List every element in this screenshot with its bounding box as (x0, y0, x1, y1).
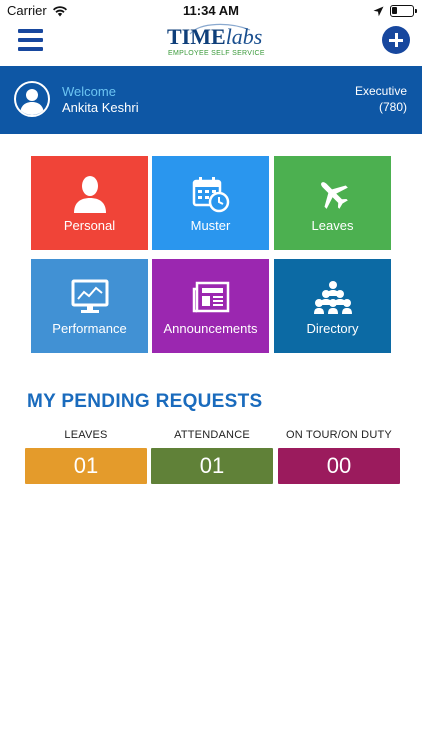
user-role: Executive (354, 84, 407, 98)
clock: 11:34 AM (183, 3, 239, 18)
attendance-request-count[interactable]: 01 (151, 448, 273, 484)
tile-label: Performance (52, 321, 127, 336)
calendar-clock-icon (152, 174, 269, 214)
monitor-chart-icon (31, 277, 148, 317)
group-icon (274, 277, 391, 317)
user-code: (780) (378, 100, 407, 114)
tile-label: Personal (63, 218, 116, 233)
attendance-request-label: ATTENDANCE (174, 429, 250, 441)
leaves-request-count[interactable]: 01 (25, 448, 147, 484)
tour-duty-request-count[interactable]: 00 (278, 448, 400, 484)
tile-label: Leaves (311, 218, 354, 233)
profile-banner: Welcome Ankita Keshri Executive (780) (0, 66, 422, 134)
leaves-request-label: LEAVES (64, 429, 108, 441)
logo-tagline: EMPLOYEE SELF SERVICE (168, 50, 265, 57)
pending-requests-title: MY PENDING REQUESTS (27, 391, 263, 412)
airplane-icon (274, 174, 391, 214)
tile-label: Directory (306, 321, 359, 336)
status-bar: Carrier 11:34 AM (0, 0, 422, 22)
user-name: Ankita Keshri (62, 100, 139, 115)
timelabs-logo: TIMElabs EMPLOYEE SELF SERVICE (160, 23, 265, 62)
battery-icon (390, 5, 417, 17)
tile-directory[interactable]: Directory (274, 259, 391, 353)
tile-label: Muster (190, 218, 231, 233)
hamburger-icon[interactable] (18, 29, 43, 51)
newspaper-icon (152, 277, 269, 317)
top-nav-bar: TIMElabs EMPLOYEE SELF SERVICE (0, 22, 422, 66)
avatar-icon[interactable] (14, 81, 50, 117)
add-request-button[interactable] (382, 26, 410, 54)
tile-muster[interactable]: Muster (152, 156, 269, 250)
logo-labs: labs (225, 24, 263, 49)
logo-time: TIME (167, 24, 226, 49)
tile-personal[interactable]: Personal (31, 156, 148, 250)
tile-announcements[interactable]: Announcements (152, 259, 269, 353)
person-icon (31, 174, 148, 214)
location-arrow-icon (373, 4, 384, 22)
tile-label: Announcements (163, 321, 258, 336)
tile-leaves[interactable]: Leaves (274, 156, 391, 250)
tile-performance[interactable]: Performance (31, 259, 148, 353)
tour-duty-request-label: ON TOUR/ON DUTY (286, 429, 392, 441)
welcome-text: Welcome (62, 84, 116, 99)
